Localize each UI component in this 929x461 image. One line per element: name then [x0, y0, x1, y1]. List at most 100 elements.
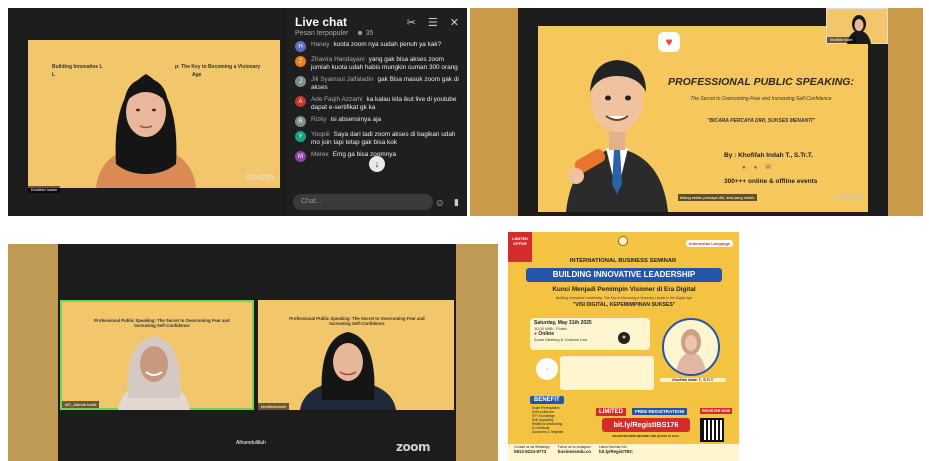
chat-sort-row[interactable]: Pesan terpopuler ☻ 35 [287, 30, 467, 37]
poster-english-title: Building Innovative Leadership: The Key … [556, 296, 692, 300]
social-icons: ●●W [742, 165, 779, 171]
chat-author: Ade Faqih Azzami [311, 96, 363, 103]
meeting-caption: Alhamdulillah [236, 440, 266, 446]
chat-text: Saya dari tadi zoom akses di bagikan uda… [311, 131, 456, 146]
presenter-video [96, 74, 196, 188]
speaker-video [300, 332, 396, 410]
video-frame: Professional Public Speaking: The Secret… [58, 244, 456, 461]
avatar: M [295, 151, 306, 162]
zoom-panel-bottom-left: Professional Public Speaking: The Secret… [8, 244, 498, 461]
chat-message[interactable]: Y Yoopiii Saya dari tadi zoom akses di bag… [287, 131, 467, 147]
chat-author: Yoopiii [311, 131, 330, 138]
zoom-watermark: zoom [834, 192, 862, 203]
chat-message-body: Yoopiii Saya dari tadi zoom akses di bagi… [311, 131, 459, 147]
slide-background: Building Innovative L p: The Key to Beco… [28, 40, 280, 188]
slide-title: PROFESSIONAL PUBLIC SPEAKING: [668, 76, 854, 88]
chat-message-body: Zhavira Handayani yang gak bisa akses zoo… [311, 56, 459, 72]
avatar: H [295, 41, 306, 52]
free-registration-label: FREE REGISTRATION! [632, 408, 688, 415]
slide-subtitle-left: L [52, 72, 56, 78]
chat-input[interactable]: Chat... [293, 194, 433, 210]
slide-subtitle: The Secret to Overcoming Fear and Increa… [690, 96, 832, 102]
live-chat-panel: Live chat ✂ ☰ ✕ Pesan terpopuler ☻ 35 HH… [287, 8, 467, 216]
poster-title: BUILDING INNOVATIVE LEADERSHIP [526, 268, 722, 282]
emoji-icon[interactable]: ☺ [435, 198, 445, 209]
chat-author: Jili Syamsul Jalfaladin [311, 76, 374, 83]
chat-author: Merex [311, 151, 329, 158]
zoom-panel-top-right: PROFESSIONAL PUBLIC SPEAKING: The Secret… [470, 8, 923, 216]
avatar: Y [295, 131, 306, 142]
limited-offer-ribbon: LIMITED OFFER [508, 232, 532, 262]
slide-tagline: "BICARA PERCAYA DIRI, SUKSES MENANTI" [707, 118, 815, 124]
poster-heading: INTERNATIONAL BUSINESS SEMINAR [569, 258, 677, 264]
speaker-credit: By : Khofifah Indah T., S.Tr.T. [724, 152, 813, 159]
logo-icon [618, 236, 628, 246]
participant-name-tag: Khofifah Indah [28, 186, 60, 193]
chat-message[interactable]: J Jili Syamsul Jalfaladin gak Bisa masuk z… [287, 76, 467, 92]
avatar: J [295, 76, 306, 87]
participant-name-tag: MC_Adinda Izzati [62, 401, 100, 408]
chat-message[interactable]: Z Zhavira Handayani yang gak bisa akses zo… [287, 56, 467, 72]
participant-name-tag: khofifahindaht [258, 403, 289, 410]
settings-sliders-icon[interactable]: ☰ [428, 16, 438, 29]
slide-background: PROFESSIONAL PUBLIC SPEAKING: The Secret… [538, 26, 868, 212]
event-count: 300+++ online & offline events [724, 178, 818, 185]
scissors-icon[interactable]: ✂ [407, 16, 416, 29]
gallery-tile-speaker: Professional Public Speaking: The Secret… [258, 300, 454, 410]
avatar: Z [295, 56, 306, 67]
register-before-note: REGISTER NOW BEFORE THE QUOTA IS FULL [612, 434, 680, 438]
thumbnail-name-tag: Khofifah Indah [827, 37, 856, 43]
chat-message[interactable]: H Haney kuota zoom nya sudah penuh ya kak? [287, 41, 467, 52]
avatar: R [295, 116, 306, 127]
person-icon: ☻ [356, 30, 364, 37]
poster-schedule: Saturday, May 31th 2025 10.00 WIB - Fini… [530, 318, 650, 350]
speaker-illustration [566, 60, 668, 212]
seminar-poster: LIMITED OFFER Indonesian Language INTERN… [508, 232, 739, 461]
benefit-list: Exam Prerequisites Self-confidence STY Kno… [532, 406, 592, 434]
avatar: A [295, 96, 306, 107]
location-pin-icon: ● [618, 332, 630, 344]
chat-text: isi absensinya aja [330, 116, 382, 123]
poster-motto: "VISI DIGITAL, KEPEMIMPINAN SUKSES" [572, 302, 676, 308]
speaker-photo [662, 318, 720, 376]
gallery-tile-mc: Professional Public Speaking: The Secret… [60, 300, 254, 410]
chat-text: Emg ga bisa zoomnya [332, 151, 396, 158]
poster-info-block [560, 356, 654, 390]
chat-message[interactable]: A Ade Faqih Azzami ka kalau kita ikut live… [287, 96, 467, 112]
chat-text: kuota zoom nya sudah penuh ya kak? [333, 41, 442, 48]
poster-subtitle: Kunci Menjadi Pemimpin Visioner di Era D… [552, 286, 696, 293]
benefit-item: Document & Template [532, 430, 564, 434]
speaker-photo-figure [676, 329, 706, 374]
chat-message-body: Jili Syamsul Jalfaladin gak Bisa masuk zo… [311, 76, 459, 92]
chat-message-list: H Haney kuota zoom nya sudah penuh ya kak?… [287, 41, 467, 162]
latest-info-block: Latest Seminar Info bit.ly/RegistTBC [598, 445, 633, 454]
chat-header-actions: ✂ ☰ ✕ [407, 16, 459, 29]
limited-label: LIMITED [596, 408, 626, 416]
chat-author: Rizky [311, 116, 327, 123]
scroll-down-button[interactable]: ↓ [369, 156, 385, 172]
send-icon[interactable]: ▮ [454, 197, 459, 208]
instagram-block: Follow us on Instagram businessedu.co [557, 445, 591, 454]
mc-video [118, 336, 190, 410]
registration-link[interactable]: bit.ly/RegistIBS176 [602, 418, 690, 432]
slide-caption: bilang selalu percaya diri, ada yang mas… [678, 194, 757, 201]
zoom-watermark: zoom [396, 440, 430, 454]
poster-footer: Contact us via WhatsApp 0812-5224-9773 Fo… [508, 444, 739, 461]
register-now-label: REGISTER NOW [700, 408, 733, 414]
benefit-heading: BENEFIT [530, 396, 564, 404]
zoom-panel-top-left: Building Innovative L p: The Key to Beco… [8, 8, 287, 216]
close-icon[interactable]: ✕ [450, 16, 459, 29]
chat-message-body: Haney kuota zoom nya sudah penuh ya kak? [311, 41, 441, 52]
chat-message-body: Ade Faqih Azzami ka kalau kita ikut live … [311, 96, 459, 112]
language-badge: Indonesian Language [686, 240, 734, 247]
chat-message-body: Rizky isi absensinya aja [311, 116, 381, 127]
chat-message[interactable]: R Rizky isi absensinya aja [287, 116, 467, 127]
chat-author: Zhavira Handayani [311, 56, 365, 63]
self-view-thumbnail: Khofifah Indah [826, 8, 888, 44]
viewer-count: ☻ 35 [356, 30, 374, 37]
tiktok-icon: ♪ [536, 358, 558, 380]
chat-sort-label: Pesan terpopuler [295, 30, 349, 37]
chat-author: Haney [311, 41, 330, 48]
qr-code [700, 418, 724, 442]
chat-title: Live chat [295, 15, 348, 29]
